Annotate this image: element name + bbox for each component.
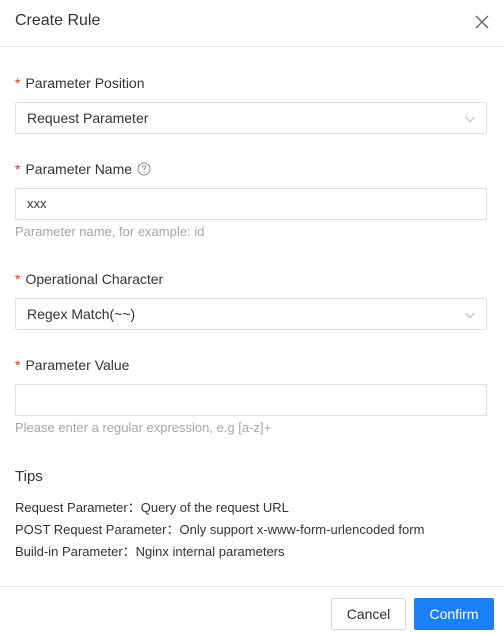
dialog-footer: Cancel Confirm — [0, 586, 504, 634]
confirm-button[interactable]: Confirm — [414, 598, 494, 630]
create-rule-dialog: Create Rule * Parameter Position Request … — [0, 0, 504, 634]
required-mark: * — [15, 271, 21, 287]
dialog-header: Create Rule — [0, 0, 504, 47]
tip-line: Request Parameter：Query of the request U… — [15, 500, 289, 515]
parameter-name-label-text: Parameter Name — [25, 161, 133, 177]
parameter-position-label-text: Parameter Position — [25, 75, 145, 91]
parameter-position-label: * Parameter Position — [15, 74, 145, 92]
tip-line: POST Request Parameter：Only support x-ww… — [15, 522, 425, 537]
parameter-name-hint: Parameter name, for example: id — [15, 224, 205, 239]
tip-line: Build-in Parameter：Nginx internal parame… — [15, 544, 285, 559]
dialog-title: Create Rule — [15, 12, 101, 29]
operational-character-label-text: Operational Character — [25, 271, 164, 287]
parameter-value-label: * Parameter Value — [15, 356, 129, 374]
parameter-name-input[interactable]: xxx — [15, 188, 487, 220]
operational-character-value: Regex Match(~~) — [27, 306, 136, 322]
parameter-value-label-text: Parameter Value — [25, 357, 130, 373]
chevron-down-icon — [465, 116, 475, 123]
required-mark: * — [15, 161, 21, 177]
cancel-button[interactable]: Cancel — [331, 598, 406, 630]
close-icon[interactable] — [472, 12, 492, 32]
parameter-value-input[interactable] — [15, 384, 487, 416]
parameter-position-value: Request Parameter — [27, 110, 149, 126]
parameter-name-label: * Parameter Name — [15, 160, 151, 178]
parameter-value-hint: Please enter a regular expression, e.g [… — [15, 420, 272, 435]
required-mark: * — [15, 357, 21, 373]
required-mark: * — [15, 75, 21, 91]
operational-character-label: * Operational Character — [15, 270, 163, 288]
operational-character-select[interactable]: Regex Match(~~) — [15, 298, 487, 330]
tips-title: Tips — [15, 468, 43, 485]
chevron-down-icon — [465, 312, 475, 319]
parameter-name-value: xxx — [27, 196, 47, 211]
help-circle-icon[interactable] — [137, 162, 151, 176]
parameter-position-select[interactable]: Request Parameter — [15, 102, 487, 134]
